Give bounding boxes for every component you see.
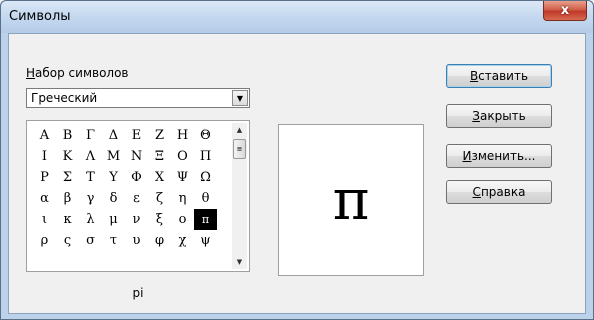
symbol-cell[interactable]: φ bbox=[148, 230, 171, 251]
symbol-cell[interactable]: Δ bbox=[102, 125, 125, 146]
modify-button-accesskey: И bbox=[462, 149, 472, 163]
scrollbar-thumb[interactable]: ≡ bbox=[233, 139, 246, 159]
window-title: Символы bbox=[9, 9, 71, 24]
symbol-cell[interactable]: Ξ bbox=[148, 146, 171, 167]
charset-label: Набор символов bbox=[26, 66, 129, 80]
symbol-cell[interactable]: Κ bbox=[56, 146, 79, 167]
symbol-grid-cells: ΑΒΓΔΕΖΗΘ ΙΚΛΜΝΞΟΠ ΡΣΤΥΦΧΨΩαβγδεζηθ ικλμνξοπ… bbox=[33, 125, 217, 251]
symbol-cell[interactable]: μ bbox=[102, 209, 125, 230]
symbol-cell[interactable]: ζ bbox=[148, 188, 171, 209]
symbol-cell[interactable]: Η bbox=[171, 125, 194, 146]
help-button[interactable]: Справка bbox=[446, 180, 552, 204]
symbol-preview-char: π bbox=[332, 167, 370, 233]
symbol-cell[interactable]: ς bbox=[56, 230, 79, 251]
symbol-grid-scrollbar[interactable]: ▲ ≡ ▼ bbox=[232, 123, 247, 269]
scroll-up-icon[interactable]: ▲ bbox=[232, 123, 247, 137]
symbol-cell[interactable]: Α bbox=[33, 125, 56, 146]
close-dialog-button-label: акрыть bbox=[479, 109, 526, 123]
symbol-cell[interactable]: δ bbox=[102, 188, 125, 209]
symbol-cell[interactable]: Γ bbox=[79, 125, 102, 146]
symbol-cell[interactable]: Ω bbox=[194, 167, 217, 188]
symbol-cell[interactable]: β bbox=[56, 188, 79, 209]
scroll-down-icon[interactable]: ▼ bbox=[232, 255, 247, 269]
symbol-cell[interactable]: ι bbox=[33, 209, 56, 230]
symbol-cell[interactable]: Χ bbox=[148, 167, 171, 188]
insert-button[interactable]: Вставить bbox=[446, 64, 552, 88]
close-icon: x bbox=[560, 3, 570, 18]
title-bar[interactable]: Символы x bbox=[1, 1, 593, 33]
help-button-label: правка bbox=[480, 185, 526, 199]
symbol-cell[interactable]: α bbox=[33, 188, 56, 209]
symbol-grid: ΑΒΓΔΕΖΗΘ ΙΚΛΜΝΞΟΠ ΡΣΤΥΦΧΨΩαβγδεζηθ ικλμνξοπ… bbox=[26, 120, 250, 272]
symbol-cell[interactable]: Υ bbox=[102, 167, 125, 188]
symbol-cell[interactable]: Τ bbox=[79, 167, 102, 188]
symbol-cell[interactable]: Φ bbox=[125, 167, 148, 188]
symbol-cell[interactable]: κ bbox=[56, 209, 79, 230]
symbol-cell[interactable]: σ bbox=[79, 230, 102, 251]
symbol-cell[interactable]: υ bbox=[125, 230, 148, 251]
close-dialog-button-accesskey: З bbox=[472, 109, 480, 123]
charset-label-accesskey: Н bbox=[26, 66, 36, 80]
symbol-cell[interactable]: χ bbox=[171, 230, 194, 251]
symbol-cell[interactable]: π bbox=[194, 209, 217, 230]
symbol-cell[interactable]: ν bbox=[125, 209, 148, 230]
symbol-cell[interactable]: ψ bbox=[194, 230, 217, 251]
symbol-cell[interactable]: λ bbox=[79, 209, 102, 230]
modify-button[interactable]: Изменить... bbox=[446, 144, 552, 168]
charset-select-value: Греческий bbox=[31, 91, 98, 105]
symbol-preview: π bbox=[278, 124, 424, 276]
symbol-cell[interactable]: ξ bbox=[148, 209, 171, 230]
symbol-cell[interactable]: Ι bbox=[33, 146, 56, 167]
modify-button-label: зменить... bbox=[471, 149, 536, 163]
close-button[interactable]: x bbox=[543, 1, 587, 21]
symbol-cell[interactable]: Ε bbox=[125, 125, 148, 146]
symbol-cell[interactable]: Ο bbox=[171, 146, 194, 167]
symbol-cell[interactable]: Ζ bbox=[148, 125, 171, 146]
selected-char-name: pi bbox=[132, 286, 144, 300]
symbol-cell[interactable]: ε bbox=[125, 188, 148, 209]
symbol-cell[interactable]: Θ bbox=[194, 125, 217, 146]
symbol-cell[interactable]: θ bbox=[194, 188, 217, 209]
insert-button-accesskey: В bbox=[469, 69, 479, 83]
help-button-accesskey: С bbox=[472, 185, 481, 199]
symbol-cell[interactable]: Σ bbox=[56, 167, 79, 188]
symbol-cell[interactable]: Β bbox=[56, 125, 79, 146]
symbol-cell[interactable]: ο bbox=[171, 209, 194, 230]
symbol-cell[interactable]: Μ bbox=[102, 146, 125, 167]
close-dialog-button[interactable]: Закрыть bbox=[446, 104, 552, 128]
symbol-cell[interactable]: Ψ bbox=[171, 167, 194, 188]
symbol-cell[interactable]: Λ bbox=[79, 146, 102, 167]
symbol-cell[interactable]: Ν bbox=[125, 146, 148, 167]
symbol-cell[interactable]: τ bbox=[102, 230, 125, 251]
chevron-down-icon[interactable]: ▼ bbox=[232, 90, 248, 106]
symbol-cell[interactable]: Ρ bbox=[33, 167, 56, 188]
charset-label-text: абор символов bbox=[35, 66, 129, 80]
symbol-cell[interactable]: Π bbox=[194, 146, 217, 167]
symbol-cell[interactable]: ρ bbox=[33, 230, 56, 251]
charset-select[interactable]: Греческий ▼ bbox=[26, 88, 250, 108]
symbol-cell[interactable]: γ bbox=[79, 188, 102, 209]
insert-button-label: ставить bbox=[478, 69, 529, 83]
symbol-cell[interactable]: η bbox=[171, 188, 194, 209]
